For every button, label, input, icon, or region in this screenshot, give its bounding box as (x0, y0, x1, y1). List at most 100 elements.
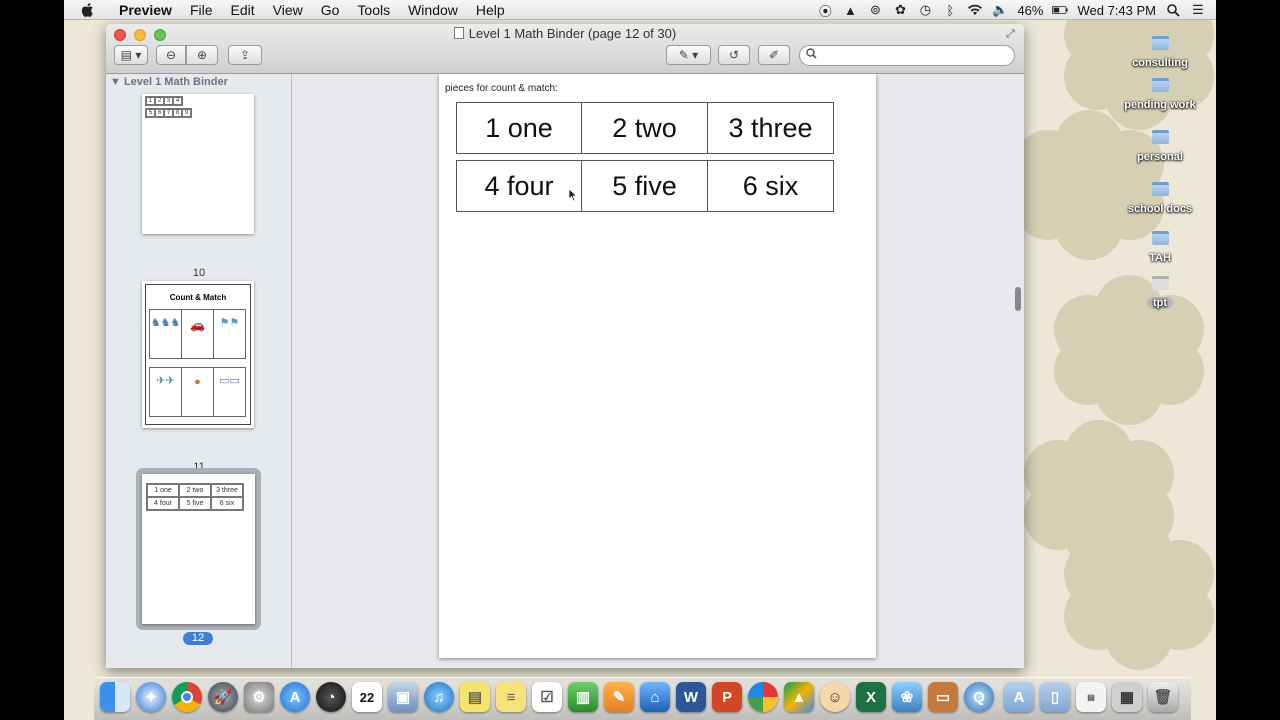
smile-icon[interactable]: ☺ (820, 682, 850, 712)
desktop-folder-consulting[interactable]: consulting (1110, 36, 1210, 71)
rotate-button[interactable]: ↺ (718, 45, 750, 65)
record-icon[interactable]: ⦿ (817, 3, 833, 19)
annotate-button[interactable]: ✎ ▾ (666, 45, 711, 65)
skype-icon[interactable]: ⊚ (867, 2, 883, 17)
desktop-folder-school-docs[interactable]: school docs (1110, 182, 1210, 217)
pen-icon: ✎ ▾ (678, 48, 699, 62)
bluetooth-icon[interactable]: ᛒ (942, 3, 958, 18)
notification-center-icon[interactable]: ☰ (1190, 2, 1206, 17)
google-drive-status-icon[interactable]: ▲ (842, 3, 858, 18)
search-field[interactable] (799, 45, 1015, 66)
dashboard-icon[interactable]: ◔ (316, 682, 346, 712)
thumbnail-page-11[interactable]: Count & Match ♞♞♞ 🚗 ⚑⚑ ✈✈ ● ▭▭ (142, 281, 254, 428)
quicktime-icon[interactable]: Q (964, 682, 994, 712)
zoom-in-button[interactable]: ⊕ (186, 45, 218, 65)
pages-icon[interactable]: ✎ (604, 682, 634, 712)
menu-app-name[interactable]: Preview (110, 0, 181, 20)
search-icon (806, 48, 817, 62)
wifi-icon[interactable] (967, 3, 983, 17)
menu-view[interactable]: View (264, 0, 312, 20)
thumbnail-number-grid: 56789 (145, 108, 192, 118)
desktop: Preview File Edit View Go Tools Window H… (64, 0, 1216, 720)
documents-folder-icon[interactable]: ▯ (1040, 682, 1070, 712)
menu-go[interactable]: Go (312, 0, 349, 20)
card-row: 4 four 5 five 6 six (456, 160, 835, 212)
thumbnail-page-12[interactable]: ····· 1 one 2 two 3 three 4 four 5 five … (142, 474, 255, 624)
card-table: 1 one 2 two 3 three 4 four 5 five 6 six (456, 102, 835, 212)
menu-edit[interactable]: Edit (222, 0, 264, 20)
desktop-folder-tpt[interactable]: tpt (1110, 276, 1210, 311)
folder-icon (1151, 276, 1169, 290)
apple-menu-icon[interactable] (80, 2, 96, 18)
menu-help[interactable]: Help (467, 0, 514, 20)
number-card: 4 four (456, 160, 582, 212)
menu-bar: Preview File Edit View Go Tools Window H… (64, 0, 1216, 20)
finder-icon[interactable] (100, 682, 130, 712)
spotlight-search-icon[interactable] (1165, 3, 1181, 17)
word-icon[interactable]: W (676, 682, 706, 712)
volume-icon[interactable]: 🔈 (992, 2, 1008, 17)
applications-folder-icon[interactable]: A (1004, 682, 1034, 712)
desktop-folder-personal[interactable]: personal (1110, 130, 1210, 165)
view-menu-button[interactable]: ▤ ▾ (114, 45, 148, 65)
itunes-icon[interactable]: ♫ (424, 682, 454, 712)
desktop-folder-tah[interactable]: TAH (1110, 231, 1210, 266)
iphoto-icon[interactable]: ❀ (892, 682, 922, 712)
rotate-icon: ↺ (728, 48, 740, 62)
chrome-icon[interactable] (172, 682, 202, 712)
folder-icon (1151, 78, 1169, 92)
safari-icon[interactable]: ✦ (136, 682, 166, 712)
menu-window[interactable]: Window (399, 0, 467, 20)
window-title: Level 1 Math Binder (page 12 of 30) (106, 26, 1024, 41)
sync-icon[interactable]: ✿ (892, 2, 908, 17)
screenshots-stack-icon[interactable]: ▦ (1112, 682, 1142, 712)
zoom-in-icon: ⊕ (196, 48, 208, 62)
document-view[interactable]: pieces for count & match: 1 one 2 two 3 … (292, 74, 1024, 668)
sidebar-header[interactable]: ▼ Level 1 Math Binder (110, 76, 228, 88)
powerpoint-icon[interactable]: P (712, 682, 742, 712)
document-page: pieces for count & match: 1 one 2 two 3 … (439, 74, 876, 658)
thumbnail-border: Count & Match ♞♞♞ 🚗 ⚑⚑ ✈✈ ● ▭▭ (145, 284, 251, 425)
excel-icon[interactable]: X (856, 682, 886, 712)
thumbnail-card-grid: 1 one 2 two 3 three 4 four 5 five 6 six (146, 483, 244, 511)
vertical-scrollbar[interactable] (1015, 287, 1021, 311)
zoom-out-icon: ⊖ (165, 48, 177, 62)
picasa-icon[interactable] (748, 682, 778, 712)
edit-toolbar-button[interactable]: ✐ (758, 45, 790, 65)
document-icon (453, 27, 464, 39)
folder-icon (1151, 130, 1169, 144)
fullscreen-icon[interactable]: ⤢ (1006, 28, 1018, 40)
docs-stack-icon[interactable]: ▤ (1076, 682, 1106, 712)
launchpad-icon[interactable]: 🚀 (208, 682, 238, 712)
share-button[interactable]: ⇪ (228, 45, 262, 65)
system-preferences-icon[interactable]: ⚙ (244, 682, 274, 712)
stickies-icon[interactable]: ▤ (460, 682, 490, 712)
menu-clock[interactable]: Wed 7:43 PM (1077, 3, 1156, 18)
wallpaper-flower (1024, 420, 1174, 570)
menu-file[interactable]: File (181, 0, 222, 20)
number-card: 3 three (708, 102, 834, 154)
calendar-icon[interactable]: 22 (352, 682, 382, 712)
menu-tools[interactable]: Tools (348, 0, 399, 20)
notes-icon[interactable]: ≡ (496, 682, 526, 712)
preview-icon[interactable]: ▣ (388, 682, 418, 712)
numbers-icon[interactable]: ▥ (568, 682, 598, 712)
desktop-folder-pending-work[interactable]: pending work (1110, 78, 1210, 113)
trash-icon[interactable]: 🗑 (1148, 682, 1178, 712)
edit-icon: ✐ (768, 48, 780, 62)
google-drive-icon[interactable]: ▲ (784, 682, 814, 712)
presentation-icon[interactable]: ▭ (928, 682, 958, 712)
keynote-icon[interactable]: ⌂ (640, 682, 670, 712)
card-row: 1 one 2 two 3 three (456, 102, 835, 154)
window-titlebar: Level 1 Math Binder (page 12 of 30) ⤢ ▤ … (106, 24, 1024, 74)
thumbnail-match-row: ♞♞♞ 🚗 ⚑⚑ (149, 309, 246, 359)
zoom-out-button[interactable]: ⊖ (156, 45, 186, 65)
battery-icon[interactable] (1052, 3, 1069, 17)
thumbnail-page-number: 10 (192, 267, 206, 279)
reminders-icon[interactable]: ☑ (532, 682, 562, 712)
time-machine-icon[interactable]: ◷ (917, 2, 933, 17)
folder-icon (1151, 36, 1169, 50)
app-store-icon[interactable]: A (280, 682, 310, 712)
sidebar-view-icon: ▤ ▾ (120, 48, 142, 62)
thumbnail-page-10[interactable]: 1234 56789 (142, 94, 254, 234)
